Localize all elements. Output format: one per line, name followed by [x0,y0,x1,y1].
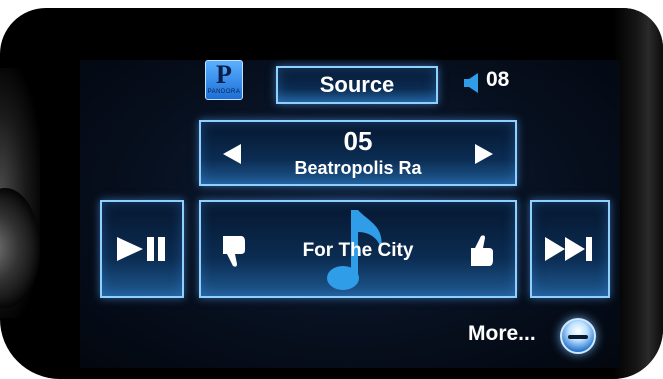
volume-knob[interactable] [0,188,40,308]
song-panel: For The City [199,200,517,298]
right-bezel [615,8,663,379]
play-pause-button[interactable] [100,200,184,298]
arrow-right-icon[interactable] [475,144,493,164]
station-number: 05 [343,126,373,156]
station-selector: 05 Beatropolis Ra [199,120,517,186]
minus-circle-icon[interactable] [560,318,596,354]
station-name: Beatropolis Ra [294,158,422,178]
logo-letter: P [216,60,232,89]
source-button[interactable]: Source [276,66,438,104]
volume-level: 08 [486,68,510,91]
logo-subtext: PANDORA [207,89,241,95]
left-bezel [0,68,40,318]
minus-bar [568,335,588,339]
pandora-logo: P PANDORA [205,60,243,100]
skip-forward-icon [545,237,592,261]
more-label[interactable]: More... [468,322,536,346]
thumbs-up-icon[interactable] [467,232,497,270]
play-pause-icon [117,237,165,261]
speaker-icon [464,73,478,93]
skip-button[interactable] [530,200,610,298]
